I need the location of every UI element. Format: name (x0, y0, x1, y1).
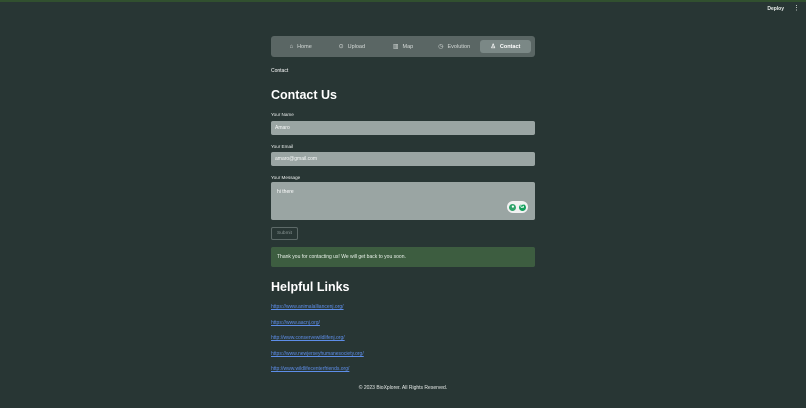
nav-bar: ⌂ Home ⊙ Upload ▥ Map ◷ Evolution ♙ Cont… (271, 36, 535, 57)
nav-item-home[interactable]: ⌂ Home (275, 40, 326, 53)
nav-item-map[interactable]: ▥ Map (377, 40, 428, 53)
nav-item-label: Home (297, 43, 312, 50)
name-label: Your Name (271, 112, 294, 117)
links-heading: Helpful Links (271, 280, 350, 294)
top-toolbar: Deploy ⋮ (767, 5, 800, 12)
location-pin-icon[interactable]: ● (509, 203, 517, 211)
grammarly-icon[interactable]: G (518, 203, 526, 211)
email-label: Your Email (271, 144, 294, 149)
link-animal-alliance[interactable]: https://www.animalalliancenj.org/ (271, 304, 344, 310)
main-content: ⌂ Home ⊙ Upload ▥ Map ◷ Evolution ♙ Cont… (271, 36, 535, 391)
page-title: Contact Us (271, 88, 337, 102)
nav-item-label: Map (402, 43, 414, 50)
link-humane-society[interactable]: https://www.newjerseyhumanesociety.org/ (271, 351, 364, 357)
home-icon: ⌂ (289, 43, 294, 50)
message-textarea[interactable]: hi there ● G (271, 182, 535, 220)
nav-item-label: Upload (347, 43, 366, 50)
nav-item-label: Contact (499, 43, 521, 50)
nav-item-label: Evolution (447, 43, 471, 50)
nav-item-evolution[interactable]: ◷ Evolution (429, 40, 480, 53)
name-field[interactable]: Amaro (271, 121, 535, 135)
footer-text: © 2023 BioXplorer. All Rights Reserved. (358, 385, 448, 391)
submit-button[interactable]: Submit (271, 227, 298, 240)
breadcrumb: Contact (271, 68, 289, 74)
link-conserve-wildlife[interactable]: http://www.conservewildlifenj.org/ (271, 335, 345, 341)
nav-item-contact[interactable]: ♙ Contact (479, 40, 532, 53)
success-alert: Thank you for contacting us! We will get… (271, 247, 535, 267)
link-wildlife-center[interactable]: http://www.wildlifecenterfriends.org/ (271, 366, 349, 372)
message-text: hi there (277, 189, 294, 195)
email-field[interactable]: amaro@gmail.com (271, 152, 535, 166)
map-icon: ▥ (392, 43, 399, 50)
clock-icon: ◷ (438, 43, 444, 50)
kebab-menu-icon[interactable]: ⋮ (793, 5, 800, 12)
nav-item-upload[interactable]: ⊙ Upload (326, 40, 377, 53)
deploy-button[interactable]: Deploy (767, 6, 784, 12)
link-aacnj[interactable]: https://www.aacnj.org/ (271, 320, 320, 326)
upload-icon: ⊙ (338, 43, 344, 50)
person-icon: ♙ (490, 43, 496, 50)
top-decoration-line (0, 0, 806, 2)
message-label: Your Message (271, 175, 301, 180)
grammarly-widget[interactable]: ● G (507, 201, 528, 213)
